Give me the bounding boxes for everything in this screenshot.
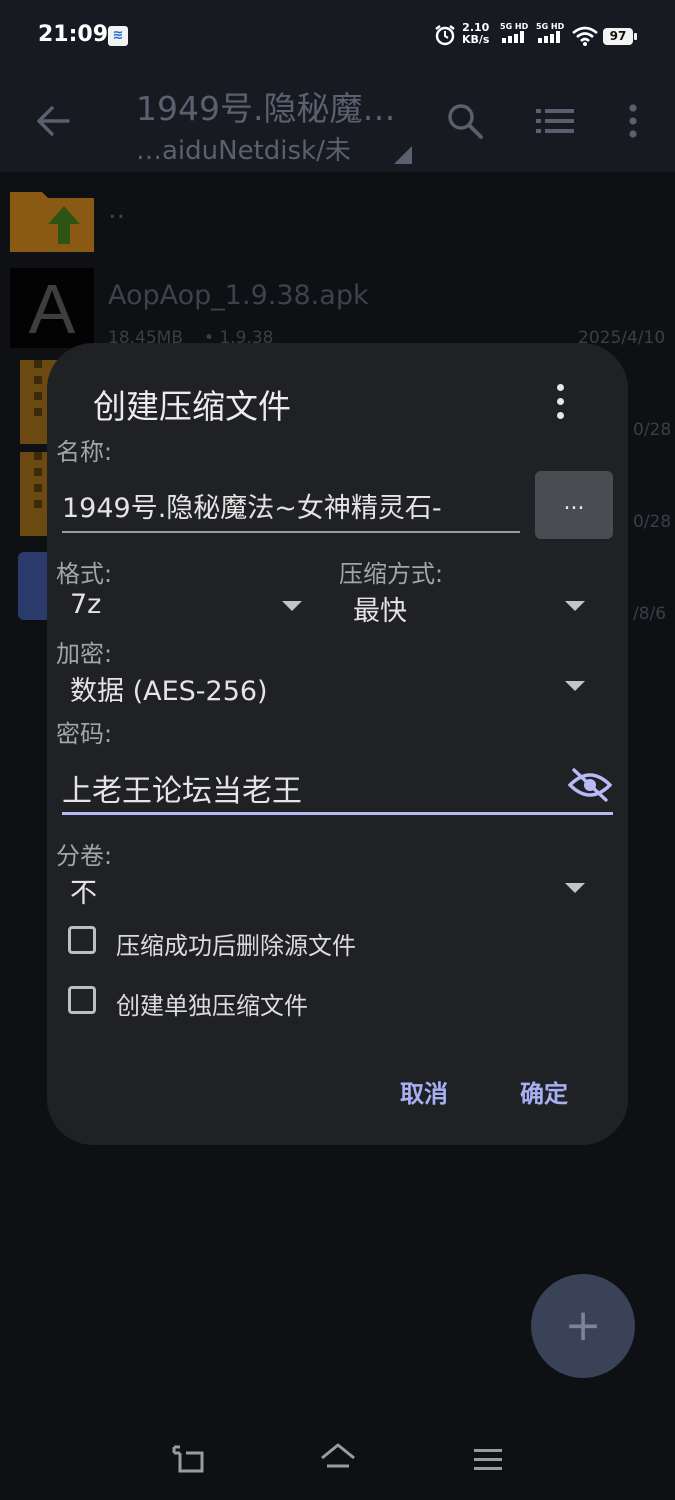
notification-app-icon: ≋: [108, 26, 128, 46]
delete-source-option[interactable]: 压缩成功后删除源文件: [66, 922, 446, 962]
nav-recents-icon[interactable]: [474, 1448, 502, 1472]
status-time: 21:09: [38, 22, 109, 47]
file-date: 0/28: [633, 420, 672, 440]
separate-archives-label: 创建单独压缩文件: [116, 992, 308, 1020]
list-item[interactable]: ..: [8, 180, 668, 258]
list-item[interactable]: A AopAop_1.9.38.apk 18.45MB • 1.9.38 202…: [8, 266, 668, 350]
dialog-menu-icon[interactable]: [548, 382, 574, 422]
folder-up-icon: [10, 192, 94, 252]
create-archive-dialog: [47, 343, 628, 1145]
file-date: 0/28: [633, 512, 672, 532]
sim2-label: 5G HD: [536, 22, 565, 31]
dropdown-arrow-icon: [282, 601, 302, 611]
delete-source-checkbox[interactable]: [68, 926, 96, 954]
dropdown-arrow-icon: [565, 681, 585, 691]
encryption-value: 数据 (AES-256): [70, 676, 268, 707]
sim1-label: 5G HD: [500, 22, 529, 31]
path-dropdown-icon[interactable]: [394, 146, 412, 164]
wifi-icon: [572, 26, 598, 46]
name-input-underline: [62, 531, 520, 533]
signal-bars-icon: [502, 31, 524, 43]
file-date: /8/6: [633, 604, 667, 624]
ok-button[interactable]: 确定: [520, 1074, 568, 1109]
split-value: 不: [70, 878, 97, 909]
battery-indicator: 97: [603, 28, 637, 45]
add-fab-button[interactable]: +: [531, 1274, 635, 1378]
signal-bars-icon: [538, 31, 560, 43]
separate-archives-option[interactable]: 创建单独压缩文件: [66, 982, 446, 1022]
encryption-dropdown[interactable]: 数据 (AES-256): [56, 664, 601, 712]
password-label: 密码:: [56, 720, 113, 748]
apk-icon: A: [10, 268, 94, 348]
format-dropdown[interactable]: 7z: [56, 584, 318, 632]
nav-home-icon[interactable]: [320, 1442, 356, 1474]
dialog-title: 创建压缩文件: [93, 387, 291, 426]
toolbar-path[interactable]: …aiduNetdisk/未: [136, 130, 351, 167]
delete-source-label: 压缩成功后删除源文件: [116, 932, 356, 960]
nav-back-icon[interactable]: [172, 1444, 204, 1474]
name-label: 名称:: [56, 438, 113, 466]
format-value: 7z: [70, 589, 102, 620]
list-view-icon[interactable]: [536, 108, 574, 134]
method-value: 最快: [353, 596, 407, 627]
name-input[interactable]: 1949号.隐秘魔法~女神精灵石-: [62, 486, 522, 525]
password-input[interactable]: 上老王论坛当老王: [62, 766, 552, 810]
search-icon[interactable]: [446, 102, 484, 140]
dropdown-arrow-icon: [565, 883, 585, 893]
network-speed: 2.10 KB/s: [462, 22, 489, 46]
split-dropdown[interactable]: 不: [56, 866, 601, 914]
password-input-underline: [62, 812, 613, 815]
visibility-off-icon[interactable]: [568, 767, 612, 803]
separate-archives-checkbox[interactable]: [68, 986, 96, 1014]
overflow-menu-icon[interactable]: [626, 104, 640, 138]
alarm-icon: [435, 25, 455, 46]
dropdown-arrow-icon: [565, 601, 585, 611]
network-speed-unit: KB/s: [462, 33, 490, 46]
file-name: ..: [108, 194, 126, 225]
back-arrow-icon[interactable]: [34, 104, 72, 138]
cancel-button[interactable]: 取消: [400, 1074, 448, 1109]
sim2-signal: 5G HD: [536, 22, 564, 45]
toolbar-title[interactable]: 1949号.隐秘魔…: [136, 82, 395, 130]
browse-button[interactable]: ...: [535, 471, 613, 539]
method-dropdown[interactable]: 最快: [339, 584, 601, 632]
sim1-signal: 5G HD: [500, 22, 528, 45]
file-name: AopAop_1.9.38.apk: [108, 280, 369, 311]
